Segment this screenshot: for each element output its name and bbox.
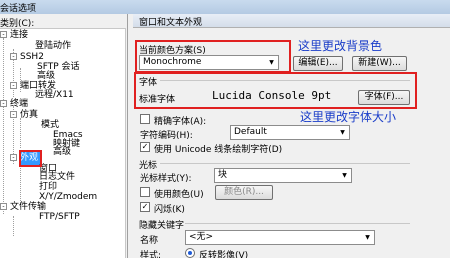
blink-checkbox[interactable]: ✓ [140, 202, 150, 212]
title-bar: 会话选项 [0, 0, 450, 14]
appearance-highlight-box [19, 150, 42, 167]
unicode-line-label: 使用 Unicode 线条绘制字符(D) [154, 145, 283, 155]
tree-item-remote-x11[interactable]: 远程/X11 [35, 90, 74, 101]
encoding-label: 字符编码(H): [140, 131, 193, 141]
encoding-select[interactable]: Default ▼ [230, 125, 350, 140]
cursor-style-select[interactable]: 块 ▼ [214, 168, 352, 183]
precise-font-checkbox[interactable] [140, 114, 150, 124]
cursor-group-label: 光标 [139, 161, 158, 171]
tree-item-xyzmodem[interactable]: X/Y/Zmodem [39, 192, 97, 203]
precise-font-label: 精确字体(A): [154, 117, 207, 127]
panel-title: 窗口和文本外观 [139, 18, 203, 28]
pane-divider [127, 14, 128, 258]
panel-header: 窗口和文本外观 [133, 14, 450, 28]
chevron-down-icon: ▼ [340, 129, 345, 136]
tree-item-connection[interactable]: - 连接 [0, 30, 28, 41]
background-color-annotation: 这里更改背景色 [298, 39, 383, 53]
tree-item-emulation-advanced[interactable]: 高级 [53, 147, 71, 158]
window-title: 会话选项 [0, 4, 37, 14]
chevron-down-icon: ▼ [365, 234, 370, 241]
hidden-keywords-group-line [185, 223, 410, 224]
tree-item-login-actions[interactable]: 登陆动作 [35, 41, 71, 52]
reverse-video-radio[interactable] [185, 248, 195, 258]
edit-scheme-button[interactable]: 编辑(E)... [293, 56, 343, 71]
cursor-group-line [160, 163, 410, 164]
font-highlight-box [134, 72, 417, 109]
hidden-keywords-group-label: 隐藏关键字 [139, 221, 185, 231]
use-color-label: 使用颜色(U) [154, 190, 204, 200]
keyword-style-label: 样式: [140, 251, 162, 258]
color-scheme-highlight-box [135, 40, 291, 73]
new-scheme-button[interactable]: 新建(W)... [352, 56, 407, 71]
blink-label: 闪烁(K) [154, 205, 185, 215]
cursor-style-label: 光标样式(Y): [140, 174, 192, 184]
tree-item-terminal[interactable]: - 终端 [0, 99, 28, 110]
keyword-name-select[interactable]: <无> ▼ [185, 230, 375, 245]
tree-item-emulation[interactable]: - 仿真 [10, 110, 38, 121]
keyword-name-label: 名称 [140, 236, 159, 246]
tree-item-ftp-sftp[interactable]: FTP/SFTP [39, 212, 80, 223]
font-size-annotation: 这里更改字体大小 [300, 110, 397, 124]
unicode-line-checkbox[interactable]: ✓ [140, 142, 150, 152]
use-color-checkbox[interactable] [140, 187, 150, 197]
cursor-color-button[interactable]: 颜色(R)... [215, 185, 273, 200]
chevron-down-icon: ▼ [342, 172, 347, 179]
reverse-video-label: 反转影像(V) [199, 251, 249, 258]
